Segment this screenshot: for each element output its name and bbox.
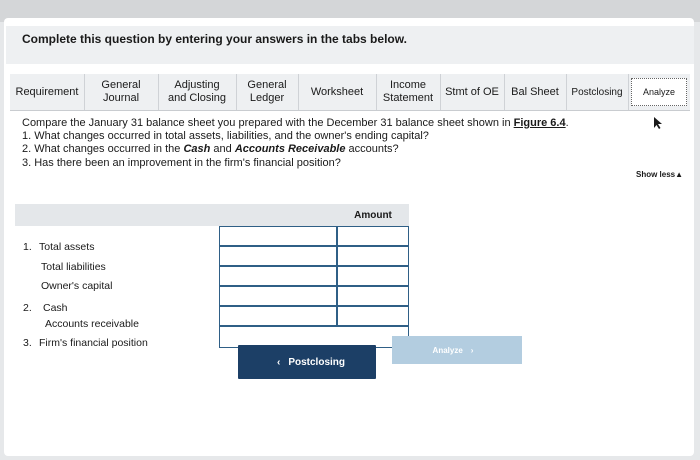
input-owners-capital-change[interactable] [219, 266, 337, 287]
instruction-text: Complete this question by entering your … [22, 32, 407, 46]
text-field[interactable] [220, 288, 336, 307]
text-field[interactable] [220, 228, 336, 247]
mouse-cursor-icon [654, 117, 662, 129]
input-cash-change[interactable] [219, 286, 337, 307]
tab-general-journal[interactable]: General Journal [84, 74, 159, 110]
input-total-assets-amount[interactable] [337, 226, 409, 247]
text-field[interactable] [220, 308, 336, 327]
tab-worksheet[interactable]: Worksheet [298, 74, 377, 110]
question-1: 1. What changes occurred in total assets… [22, 130, 429, 142]
text-field[interactable] [338, 248, 408, 267]
next-tab-button[interactable]: Analyze › [392, 336, 522, 364]
tab-general-ledger[interactable]: General Ledger [236, 74, 299, 110]
tab-bar: Requirement General Journal Adjusting an… [10, 74, 690, 111]
input-cash-amount[interactable] [337, 286, 409, 307]
input-total-liabilities-change[interactable] [219, 246, 337, 267]
chevron-left-icon: ‹ [276, 356, 281, 368]
question-3: 3. Has there been an improvement in the … [22, 157, 341, 169]
tab-adjusting-and-closing[interactable]: Adjusting and Closing [158, 74, 237, 110]
question-box: Compare the January 31 balance sheet you… [10, 110, 690, 190]
tab-income-statement[interactable]: Income Statement [376, 74, 441, 110]
tab-stmt-of-oe[interactable]: Stmt of OE [440, 74, 505, 110]
tab-analyze[interactable]: Analyze [631, 78, 687, 106]
chevron-right-icon: › [470, 345, 474, 355]
figure-link[interactable]: Figure 6.4 [514, 117, 566, 129]
tab-requirement[interactable]: Requirement [10, 74, 85, 110]
question-intro: Compare the January 31 balance sheet you… [22, 117, 569, 129]
input-total-liabilities-amount[interactable] [337, 246, 409, 267]
triangle-up-icon: ▲ [675, 170, 684, 179]
text-field[interactable] [338, 268, 408, 287]
text-field[interactable] [220, 268, 336, 287]
question-2: 2. What changes occurred in the Cash and… [22, 143, 399, 155]
text-field[interactable] [220, 248, 336, 267]
tab-postclosing[interactable]: Postclosing [566, 74, 629, 110]
text-field[interactable] [338, 308, 408, 327]
text-field[interactable] [338, 228, 408, 247]
table-header-blank [15, 204, 219, 226]
input-owners-capital-amount[interactable] [337, 266, 409, 287]
show-less-link[interactable]: Show less▲ [636, 170, 683, 179]
input-accounts-receivable-change[interactable] [219, 306, 337, 327]
input-total-assets-change[interactable] [219, 226, 337, 247]
text-field[interactable] [338, 288, 408, 307]
table-header-amount: Amount [337, 204, 409, 226]
table-header-blank-2 [219, 204, 337, 226]
prev-tab-button[interactable]: ‹ Postclosing [238, 345, 376, 379]
tab-bal-sheet[interactable]: Bal Sheet [504, 74, 567, 110]
input-accounts-receivable-amount[interactable] [337, 306, 409, 327]
